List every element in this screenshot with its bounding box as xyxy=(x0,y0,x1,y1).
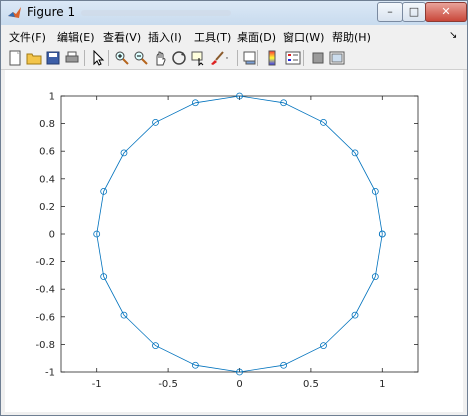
y-tick-label: -1 xyxy=(45,368,55,379)
toolbar-separator xyxy=(237,50,238,66)
y-tick-label: 0.8 xyxy=(39,119,55,130)
menu-item[interactable]: 窗口(W) xyxy=(283,29,324,45)
toolbar-separator xyxy=(84,50,85,66)
figure-window: Figure 1 – □ ✕ ↘ 文件(F) 编辑(E) 查看(V) 插入(I) 工具(… xyxy=(0,0,468,416)
y-tick-label: 0.2 xyxy=(39,202,55,213)
maximize-button[interactable]: □ xyxy=(402,2,426,22)
new-figure-icon[interactable] xyxy=(7,50,23,66)
y-tick-label: -0.6 xyxy=(35,312,55,323)
x-tick-label: -0.5 xyxy=(158,379,178,390)
y-tick-label: -0.8 xyxy=(35,340,55,351)
figure-canvas: -1 -0.5 0 0.5 1 -1 -0.8 -0.6 -0.4 -0.2 0 0.2 0.4 0.6 0… xyxy=(5,70,463,412)
menu-item[interactable]: 工具(T) xyxy=(194,29,231,45)
rotate-3d-icon[interactable] xyxy=(171,50,187,66)
data-cursor-icon[interactable] xyxy=(190,50,206,66)
window-title: Figure 1 xyxy=(27,5,76,19)
save-icon[interactable] xyxy=(45,50,61,66)
print-icon[interactable] xyxy=(64,50,80,66)
axes-box xyxy=(60,95,419,373)
legend-icon[interactable] xyxy=(285,50,301,66)
plot-svg: -1 -0.5 0 0.5 1 -1 -0.8 -0.6 -0.4 -0.2 0 0.2 0.4 0.6 0… xyxy=(35,92,419,390)
open-file-icon[interactable] xyxy=(26,50,42,66)
close-button[interactable]: ✕ xyxy=(425,2,467,22)
y-tick-label: 0 xyxy=(49,230,55,241)
y-tick-label: 0.4 xyxy=(39,174,55,185)
y-tick-label: 1 xyxy=(49,92,55,103)
y-tick-label: 0.6 xyxy=(39,147,55,158)
show-plot-tools-icon[interactable] xyxy=(329,50,345,66)
title-bar[interactable]: Figure 1 – □ ✕ xyxy=(1,1,467,25)
brush-icon[interactable] xyxy=(209,50,225,66)
y-tick-label: -0.4 xyxy=(35,285,55,296)
colorbar-icon[interactable] xyxy=(264,50,280,66)
menu-item[interactable]: 文件(F) xyxy=(9,29,46,45)
toolbar-separator xyxy=(108,50,109,66)
zoom-out-icon[interactable] xyxy=(133,50,149,66)
toolbar-separator xyxy=(257,50,258,66)
menu-item[interactable]: 查看(V) xyxy=(103,29,141,45)
hide-plot-tools-icon[interactable] xyxy=(310,50,326,66)
link-plot-icon[interactable] xyxy=(242,50,258,66)
dock-arrow-icon[interactable]: ↘ xyxy=(449,30,457,41)
zoom-in-icon[interactable] xyxy=(114,50,130,66)
x-tick-label: -1 xyxy=(92,379,102,390)
y-tick-label: -0.2 xyxy=(35,257,55,268)
select-arrow-icon[interactable] xyxy=(90,50,106,66)
x-tick-label: 1 xyxy=(379,379,385,390)
minimize-button[interactable]: – xyxy=(377,2,403,22)
toolbar-separator xyxy=(303,50,304,66)
pan-icon[interactable] xyxy=(152,50,168,66)
figure-toolbar xyxy=(1,47,467,70)
matlab-logo-icon xyxy=(8,7,21,18)
menu-item[interactable]: 桌面(D) xyxy=(237,29,276,45)
x-tick-label: 0 xyxy=(236,379,242,390)
menu-item[interactable]: 编辑(E) xyxy=(57,29,95,45)
x-tick-label: 0.5 xyxy=(303,379,319,390)
menu-bar: ↘ 文件(F) 编辑(E) 查看(V) 插入(I) 工具(T) 桌面(D) 窗口(W) 帮助(… xyxy=(1,27,467,47)
menu-item[interactable]: 帮助(H) xyxy=(332,29,371,45)
menu-item[interactable]: 插入(I) xyxy=(148,29,182,45)
blurred-title-region xyxy=(81,10,231,16)
brush-dropdown-icon[interactable] xyxy=(225,50,233,66)
